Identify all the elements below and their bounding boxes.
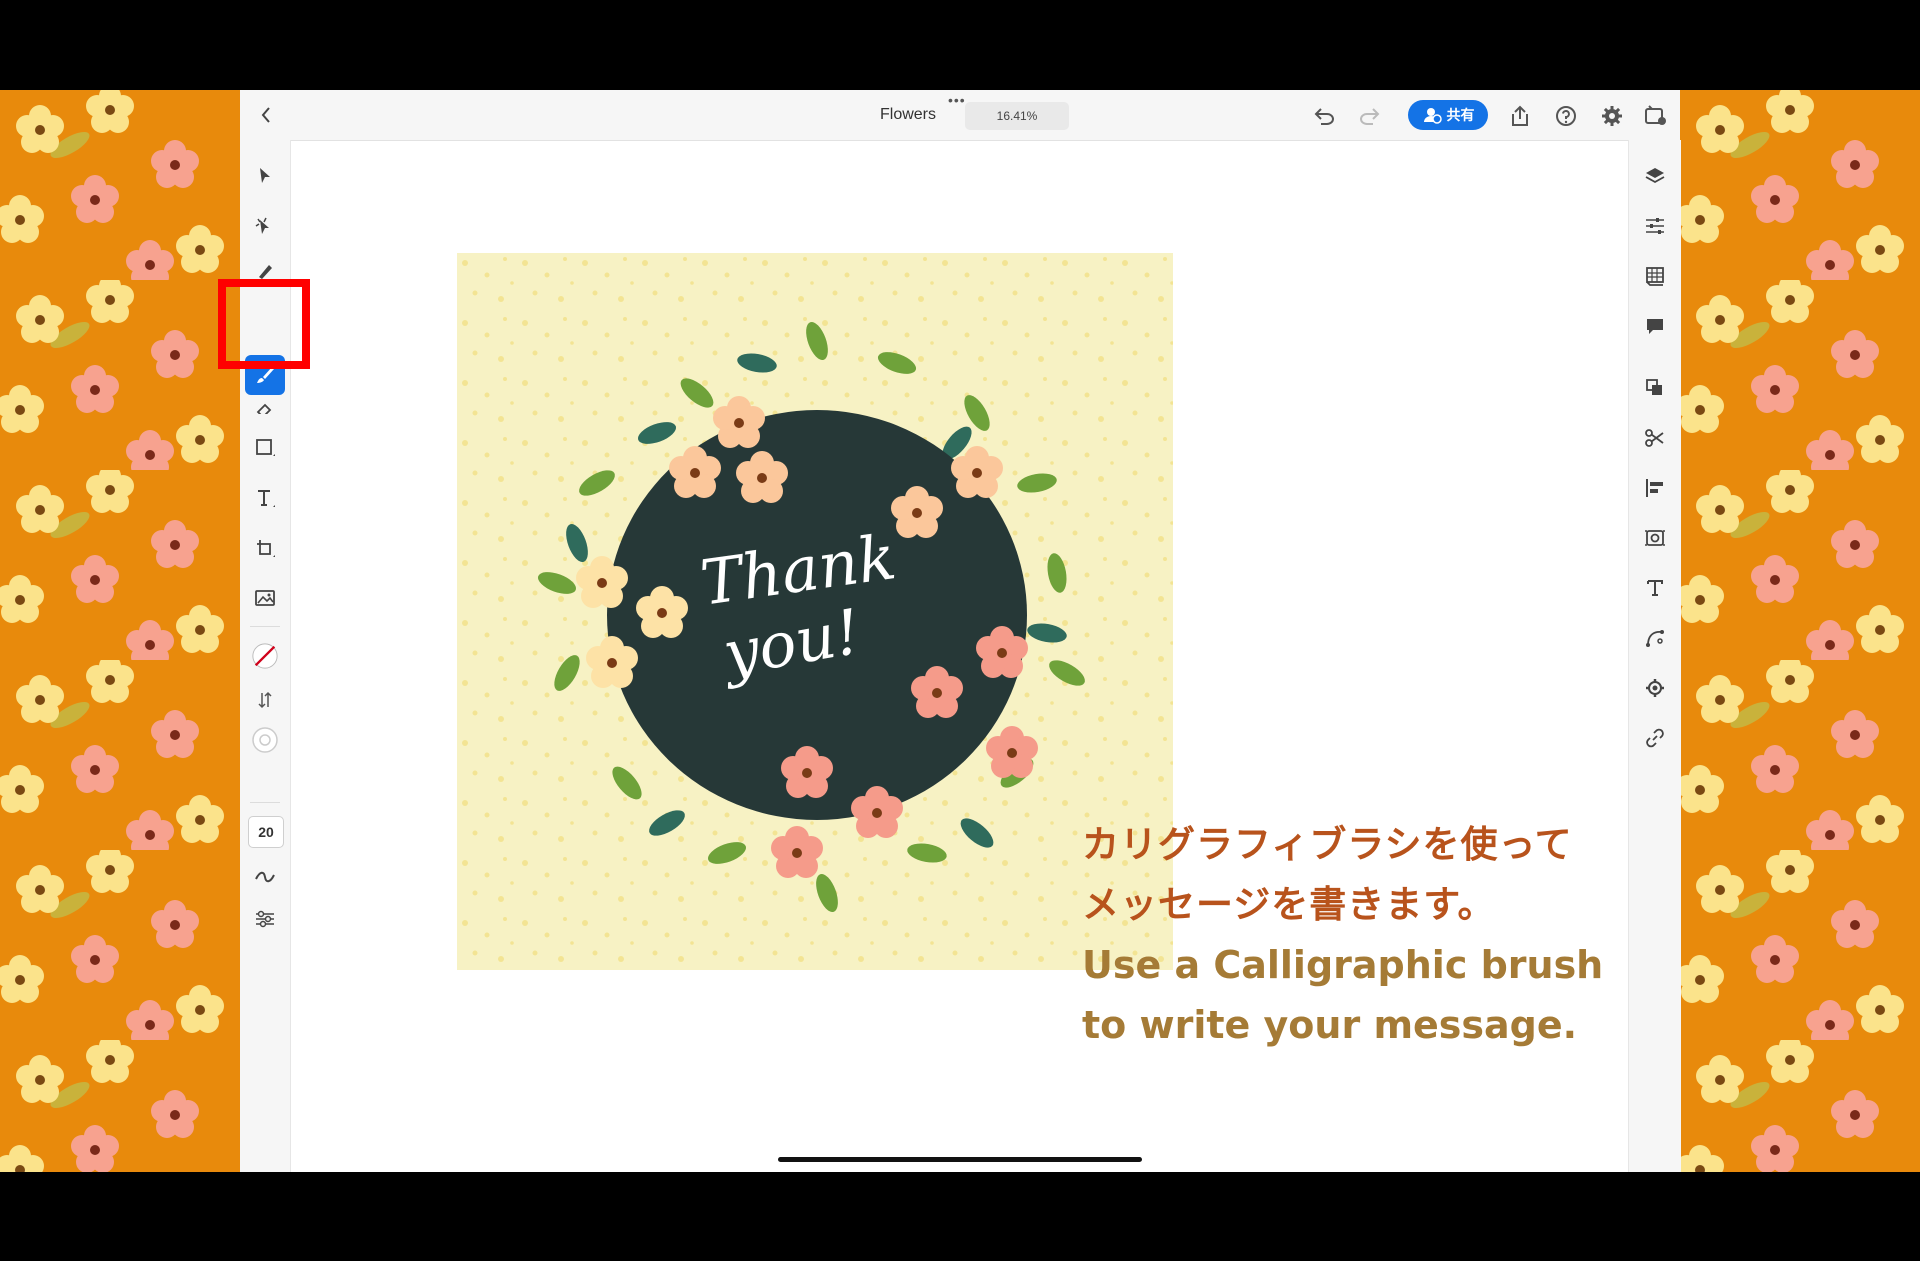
transform-tool[interactable] — [251, 534, 279, 562]
pen-icon — [259, 265, 272, 279]
home-indicator[interactable] — [778, 1157, 1142, 1162]
help-icon — [1556, 106, 1576, 126]
illustrator-app: ••• Flowers 16.41% 共有 20 Thank you! カリグラ… — [240, 90, 1681, 1172]
selection-arrow-icon — [260, 168, 270, 183]
direct-selection-icon — [255, 217, 269, 234]
layers-button[interactable] — [1641, 162, 1669, 190]
pen-tool[interactable] — [251, 262, 279, 280]
left-toolbar: 20 — [240, 140, 291, 1172]
type-properties-button[interactable] — [1641, 574, 1669, 602]
stroke-weight-button[interactable] — [251, 726, 279, 754]
toolbar-divider — [250, 626, 280, 627]
align-button[interactable] — [1641, 474, 1669, 502]
object-settings-button[interactable] — [1641, 674, 1669, 702]
arrange-button[interactable] — [1641, 374, 1669, 402]
rectangle-icon — [256, 439, 275, 456]
properties-button[interactable] — [1641, 212, 1669, 240]
image-icon — [255, 590, 275, 606]
cut-button[interactable] — [1641, 424, 1669, 452]
export-button[interactable] — [1506, 102, 1534, 130]
paintbrush-tool[interactable] — [245, 355, 285, 395]
scissors-icon — [1645, 429, 1664, 447]
smoothing-button[interactable] — [251, 863, 279, 891]
libraries-icon — [1646, 267, 1664, 286]
settings-button[interactable] — [1598, 102, 1626, 130]
brush-settings-button[interactable] — [251, 905, 279, 933]
gear-object-icon — [1646, 679, 1664, 697]
invite-user-icon — [1423, 108, 1442, 124]
comment-icon — [1647, 319, 1663, 334]
type-tool[interactable] — [251, 484, 279, 512]
sliders-icon — [256, 910, 274, 928]
eraser-tool[interactable] — [251, 402, 279, 414]
eraser-icon — [256, 403, 272, 414]
background-pattern-right — [1680, 90, 1920, 1172]
rectangle-tool[interactable] — [251, 433, 279, 461]
instruction-caption: カリグラフィブラシを使って メッセージを書きます。 Use a Calligra… — [1082, 815, 1642, 1055]
place-image-tool[interactable] — [251, 584, 279, 612]
swap-fill-stroke-button[interactable] — [251, 686, 279, 714]
transform-icon — [257, 540, 275, 557]
share-label: 共有 — [1446, 107, 1475, 123]
arrange-icon — [1646, 379, 1662, 395]
top-bar: ••• Flowers 16.41% 共有 — [240, 90, 1680, 141]
undo-button[interactable] — [1310, 102, 1338, 130]
export-icon — [1512, 105, 1528, 126]
selection-tool[interactable] — [251, 162, 279, 190]
caption-en-line1: Use a Calligraphic brush — [1082, 943, 1604, 987]
fill-stroke-swatch[interactable] — [251, 642, 279, 670]
caption-jp-line2: メッセージを書きます。 — [1082, 883, 1496, 926]
back-button[interactable] — [254, 102, 278, 128]
artboard[interactable]: Thank you! — [457, 253, 1173, 970]
link-icon — [1646, 728, 1664, 748]
path-curve-icon — [1646, 630, 1664, 647]
settings-icon — [1602, 106, 1622, 126]
align-left-icon — [1646, 479, 1663, 497]
swap-icon — [258, 691, 272, 709]
type-icon — [258, 490, 275, 507]
background-pattern-left — [0, 90, 240, 1172]
share-button[interactable]: 共有 — [1408, 100, 1488, 130]
caption-en-line2: to write your message. — [1082, 1003, 1578, 1047]
layers-icon — [1645, 168, 1665, 184]
undo-icon — [1314, 108, 1334, 125]
wreath-artwork: Thank you! — [457, 253, 1173, 970]
redo-button[interactable] — [1356, 102, 1384, 130]
repeat-button[interactable] — [1641, 524, 1669, 552]
tour-icon — [1645, 105, 1666, 125]
comments-button[interactable] — [1641, 312, 1669, 340]
link-button[interactable] — [1641, 724, 1669, 752]
zoom-level[interactable]: 16.41% — [965, 102, 1069, 130]
path-button[interactable] — [1641, 624, 1669, 652]
redo-icon — [1360, 108, 1380, 125]
type-properties-icon — [1647, 580, 1663, 596]
libraries-button[interactable] — [1641, 262, 1669, 290]
document-title[interactable]: Flowers — [880, 106, 936, 124]
no-fill-icon — [252, 643, 278, 669]
repeat-grid-icon — [1645, 530, 1665, 546]
properties-sliders-icon — [1646, 218, 1664, 234]
stroke-circle-icon — [252, 727, 278, 753]
toolbar-divider — [250, 802, 280, 803]
brush-size-input[interactable]: 20 — [248, 816, 284, 848]
paintbrush-icon — [257, 367, 274, 383]
chevron-left-icon — [261, 107, 270, 123]
help-button[interactable] — [1552, 102, 1580, 130]
smoothing-wave-icon — [255, 871, 275, 883]
caption-jp-line1: カリグラフィブラシを使って — [1082, 823, 1573, 866]
more-icon[interactable]: ••• — [948, 92, 966, 108]
tour-button[interactable] — [1642, 102, 1670, 130]
direct-selection-tool[interactable] — [251, 212, 279, 240]
